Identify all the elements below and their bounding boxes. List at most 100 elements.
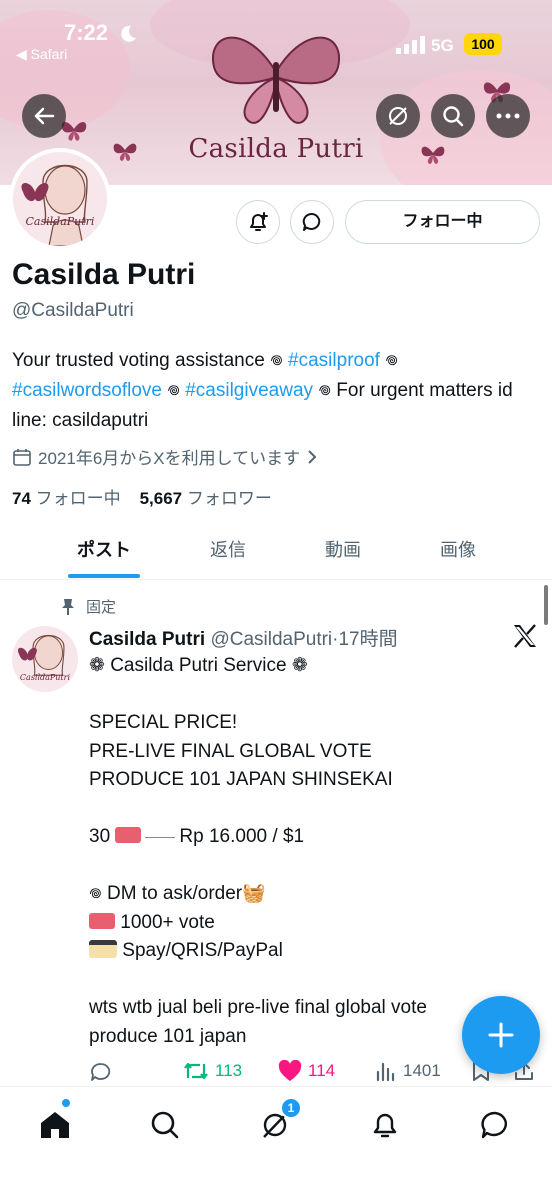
hashtag-casilgiveaway[interactable]: #casilgiveaway [185, 380, 313, 401]
post-line: ❁ Casilda Putri Service ❁ [89, 655, 308, 676]
nav-notifications[interactable] [365, 1105, 405, 1145]
bio-separator: 𖦹 [270, 350, 283, 371]
bio-separator: 𖦹 [318, 380, 332, 401]
heart-icon [278, 1060, 302, 1081]
post-author-avatar[interactable]: CasildaPutri [12, 626, 78, 692]
post-text[interactable]: ❁ Casilda Putri Service ❁ SPECIAL PRICE!… [89, 652, 529, 1051]
grok-icon [389, 107, 407, 125]
profile-handle: @CasildaPutri [12, 300, 134, 321]
tab-images[interactable]: 画像 [403, 536, 513, 562]
more-options-button[interactable] [486, 94, 530, 138]
nav-search[interactable] [145, 1105, 185, 1145]
bio-text: Your trusted voting assistance [12, 350, 271, 371]
chevron-right-icon [308, 449, 317, 464]
following-count: 74 [12, 489, 31, 508]
followers-link[interactable]: 5,667 フォロワー [140, 489, 272, 508]
post-vote-line: 1000+ vote [89, 909, 529, 938]
follow-counts: 74 フォロー中 5,667 フォロワー [12, 484, 272, 509]
back-button[interactable] [22, 94, 66, 138]
message-button[interactable] [290, 200, 334, 244]
x-logo-icon[interactable] [512, 624, 538, 648]
join-date-text: 2021年6月からXを利用しています [38, 449, 301, 468]
dash-divider [145, 837, 176, 838]
post-author-name[interactable]: Casilda Putri [89, 629, 205, 650]
nav-home[interactable] [35, 1105, 75, 1145]
profile-avatar[interactable]: CasildaPutri [9, 148, 111, 250]
bio-separator: 𖦹 [385, 350, 398, 371]
following-link[interactable]: 74 フォロー中 [12, 489, 121, 508]
retweet-icon [184, 1062, 208, 1080]
back-to-safari-link[interactable]: ◀ Safari [16, 46, 67, 63]
followers-label: フォロワー [186, 489, 272, 508]
payment-methods: Spay/QRIS/PayPal [122, 940, 283, 961]
search-icon [151, 1111, 179, 1139]
status-time: 7:22 [64, 20, 109, 45]
retweet-count: 113 [215, 1061, 243, 1080]
price: Rp 16.000 / $1 [179, 826, 305, 847]
moon-icon [121, 25, 136, 42]
views-chart-icon [376, 1062, 395, 1082]
notify-bell-button[interactable] [236, 200, 280, 244]
chat-bubble-icon [481, 1111, 507, 1139]
bottom-navigation: 1 [0, 1086, 552, 1200]
vote-count-text: 1000+ vote [120, 911, 215, 933]
pinned-indicator: 固定 [60, 596, 116, 617]
post-line: wts wtb jual beli pre-live final global … [89, 997, 427, 1018]
view-count: 1401 [403, 1061, 441, 1080]
search-profile-button[interactable] [431, 94, 475, 138]
avatar-signature: CasildaPutri [25, 215, 95, 228]
avatar-signature: CasildaPutri [19, 673, 71, 682]
avatar-illustration [17, 634, 65, 676]
followers-count: 5,667 [139, 489, 183, 508]
compose-post-button[interactable] [462, 996, 540, 1074]
retweet-button[interactable]: 113 [183, 1060, 242, 1082]
following-label: フォロー中 [35, 489, 121, 508]
nav-messages[interactable] [475, 1105, 515, 1145]
active-tab-indicator [68, 574, 140, 578]
calendar-icon [13, 448, 31, 466]
profile-display-name: Casilda Putri [12, 258, 196, 291]
following-button[interactable]: フォロー中 [345, 200, 540, 244]
post-price-line: 30 Rp 16.000 / $1 [89, 823, 529, 852]
hashtag-casilproof[interactable]: #casilproof [288, 350, 380, 371]
ticket-icon [89, 912, 115, 929]
ellipsis-icon [496, 113, 520, 119]
network-type: 5G [431, 36, 454, 55]
profile-bio: Your trusted voting assistance 𖦹 #casilp… [12, 346, 542, 436]
signal-icon [396, 36, 425, 54]
chat-bubble-icon [302, 212, 321, 231]
bell-plus-icon [250, 212, 268, 231]
avatar-illustration [21, 164, 88, 246]
bell-icon [373, 1113, 397, 1138]
join-date[interactable]: 2021年6月からXを利用しています [12, 444, 318, 469]
ticket-icon [115, 827, 142, 843]
post-author-handle[interactable]: @CasildaPutri [210, 629, 332, 650]
home-new-indicator [62, 1099, 70, 1107]
search-icon [443, 106, 464, 127]
hashtag-casilwordsoflove[interactable]: #casilwordsoflove [12, 380, 162, 401]
post-time[interactable]: ·17時間 [332, 629, 397, 650]
battery-indicator: 100 [464, 33, 502, 55]
grok-button[interactable] [376, 94, 420, 138]
tab-posts[interactable]: ポスト [49, 536, 159, 562]
post-payment-line: Spay/QRIS/PayPal [89, 937, 529, 966]
tab-videos[interactable]: 動画 [288, 536, 398, 562]
home-icon [41, 1112, 69, 1138]
post-line: PRE-LIVE FINAL GLOBAL VOTE [89, 740, 372, 762]
like-button[interactable]: 114 [278, 1060, 335, 1082]
credit-card-icon [89, 940, 117, 958]
profile-tabs: ポスト 返信 動画 画像 [0, 520, 552, 580]
reply-button[interactable] [89, 1060, 113, 1084]
like-count: 114 [308, 1061, 336, 1080]
plus-icon [488, 1022, 514, 1048]
notification-badge: 1 [280, 1097, 302, 1119]
arrow-left-icon [34, 107, 55, 125]
scrollbar[interactable] [544, 585, 548, 625]
status-bar: 7:22 ◀ Safari 5G 100 [0, 0, 552, 70]
post-line: PRODUCE 101 JAPAN SHINSEKAI [89, 769, 393, 790]
reply-icon [91, 1063, 111, 1081]
bio-separator: 𖦹 [167, 380, 180, 401]
tab-replies[interactable]: 返信 [173, 536, 283, 562]
pinned-label: 固定 [86, 599, 117, 616]
views-button[interactable]: 1401 [375, 1060, 441, 1082]
